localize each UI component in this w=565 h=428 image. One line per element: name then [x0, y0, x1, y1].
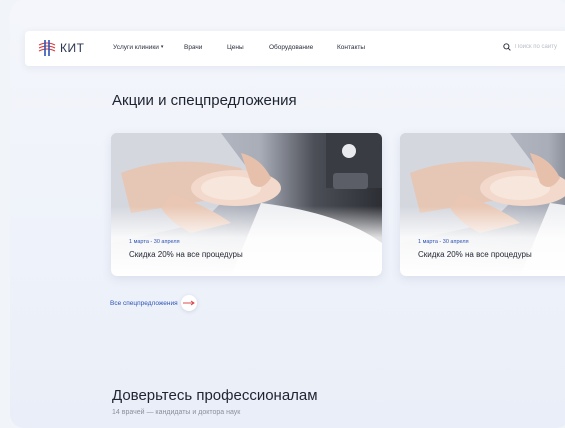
section-subtitle-doctors: 14 врачей — кандидаты и доктора наук — [112, 409, 241, 416]
logo[interactable]: КИТ — [37, 38, 84, 58]
nav-item-services[interactable]: Услуги клиники ▾ — [113, 44, 163, 51]
search-icon[interactable] — [503, 43, 511, 51]
nav-item-label: Услуги клиники — [113, 44, 159, 51]
arrow-right-icon — [180, 295, 197, 311]
all-promotions-link[interactable]: Все спецпредложения — [110, 295, 197, 311]
logo-icon — [38, 40, 56, 56]
search — [503, 43, 565, 51]
promo-card[interactable]: 1 марта - 30 апреля Скидка 20% на все пр… — [400, 133, 565, 276]
promo-card[interactable]: 1 марта - 30 апреля Скидка 20% на все пр… — [111, 133, 382, 276]
logo-text: КИТ — [60, 41, 85, 55]
nav-item-doctors[interactable]: Врачи — [184, 44, 202, 51]
nav-item-contacts[interactable]: Контакты — [337, 44, 365, 51]
nav-item-equipment[interactable]: Оборудование — [269, 44, 313, 51]
header: КИТ Услуги клиники ▾ Врачи Цены Оборудова… — [25, 31, 565, 66]
promo-title: Скидка 20% на все процедуры — [418, 250, 532, 259]
section-title-doctors: Доверьтесь профессионалам — [112, 387, 318, 404]
search-input[interactable] — [515, 44, 565, 50]
page: КИТ Услуги клиники ▾ Врачи Цены Оборудова… — [10, 0, 565, 428]
section-title-promotions: Акции и спецпредложения — [112, 92, 297, 109]
promo-title: Скидка 20% на все процедуры — [129, 250, 243, 259]
all-promotions-label: Все спецпредложения — [110, 299, 178, 307]
nav-item-prices[interactable]: Цены — [227, 44, 244, 51]
promo-date: 1 марта - 30 апреля — [418, 239, 469, 245]
chevron-down-icon: ▾ — [160, 44, 164, 50]
promo-date: 1 марта - 30 апреля — [129, 239, 180, 245]
